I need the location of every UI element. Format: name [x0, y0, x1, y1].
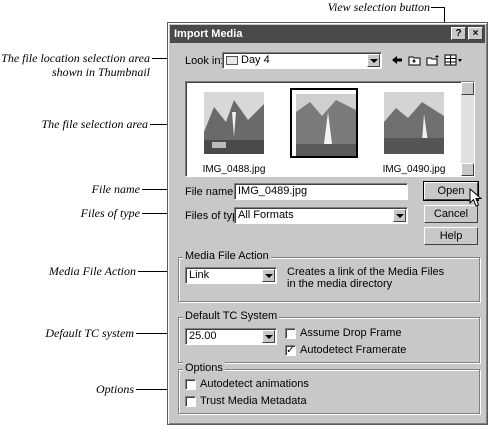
annotation-media-file-action: Media File Action: [48, 264, 136, 278]
title-bar: Import Media ? ×: [170, 25, 485, 43]
media-file-action-title: Media File Action: [183, 250, 271, 262]
assume-drop-frame-checkbox[interactable]: [285, 328, 296, 339]
chevron-down-icon[interactable]: [393, 209, 406, 222]
thumbnail-image: [204, 92, 264, 154]
tc-system-value: 25.00: [189, 330, 217, 342]
import-media-dialog: Import Media ? × Look in: Day 4 IMG_0488…: [167, 22, 488, 425]
files-type-dropdown[interactable]: All Formats: [234, 207, 408, 224]
scroll-up-button[interactable]: [461, 82, 474, 95]
chevron-down-icon[interactable]: [262, 330, 275, 343]
annotation-default-tc: Default TC system: [45, 326, 134, 340]
back-icon[interactable]: [390, 54, 404, 67]
annotation-file-location-line1: The file location selection area: [1, 51, 150, 65]
folder-icon: [226, 56, 238, 65]
annotation-line: [431, 7, 444, 8]
tc-system-group: Default TC System 25.00 Assume Drop Fram…: [178, 310, 480, 363]
thumbnail-caption: IMG_0488.jpg: [202, 164, 266, 175]
annotation-files-of-type: Files of type: [80, 206, 140, 220]
annotation-view-selection: View selection button: [327, 0, 430, 14]
look-in-value: Day 4: [241, 54, 270, 66]
file-name-label: File name:: [185, 186, 237, 198]
up-folder-icon[interactable]: [408, 54, 422, 67]
autodetect-animations-label: Autodetect animations: [200, 378, 309, 390]
media-action-value: Link: [189, 269, 210, 281]
chevron-down-icon[interactable]: [262, 269, 275, 282]
thumbnail-image: [384, 92, 444, 154]
media-file-action-group: Media File Action Link Creates a link of…: [178, 250, 480, 302]
chevron-down-icon[interactable]: [367, 54, 380, 67]
thumbnail-caption: IMG_0490.jpg: [382, 164, 446, 175]
autodetect-framerate-checkbox[interactable]: ✓: [285, 345, 296, 356]
autodetect-animations-checkbox[interactable]: [185, 379, 196, 390]
media-action-description: Creates a link of the Media Files in the…: [287, 266, 444, 290]
scroll-down-button[interactable]: [461, 163, 474, 176]
cursor-icon: [469, 188, 483, 207]
annotation-file-selection: The file selection area: [41, 117, 148, 131]
annotation-file-location-line2: shown in Thumbnail: [51, 65, 150, 79]
assume-drop-frame-label: Assume Drop Frame: [300, 327, 402, 339]
look-in-dropdown[interactable]: Day 4: [222, 52, 382, 69]
thumbnail-item-selected[interactable]: [290, 88, 358, 158]
options-title: Options: [183, 362, 225, 374]
dialog-title: Import Media: [174, 28, 243, 40]
media-action-dropdown[interactable]: Link: [185, 267, 277, 284]
trust-metadata-label: Trust Media Metadata: [200, 395, 307, 407]
thumbnail-image: [296, 94, 356, 156]
view-menu-icon[interactable]: [444, 54, 464, 67]
trust-metadata-checkbox[interactable]: [185, 396, 196, 407]
thumbnail-caption: IMG_0489.jpg: [292, 164, 356, 175]
thumbnail-item[interactable]: [380, 88, 448, 158]
tc-system-dropdown[interactable]: 25.00: [185, 328, 277, 345]
annotation-options: Options: [95, 382, 134, 396]
help-button[interactable]: Help: [424, 227, 478, 245]
media-action-description-line1: Creates a link of the Media Files: [287, 266, 445, 278]
new-folder-icon[interactable]: [426, 54, 440, 67]
annotation-file-location: The file location selection area shown i…: [0, 51, 150, 79]
autodetect-framerate-label: Autodetect Framerate: [300, 344, 407, 356]
look-in-label: Look in:: [185, 55, 224, 67]
tc-system-title: Default TC System: [183, 310, 280, 322]
close-button[interactable]: ×: [468, 27, 483, 40]
file-name-input[interactable]: IMG_0489.jpg: [234, 183, 408, 200]
thumbnail-item[interactable]: [200, 88, 268, 158]
media-action-description-line2: in the media directory: [287, 278, 393, 290]
file-selection-area[interactable]: IMG_0488.jpg IMG_0489.jpg IMG_0490.jpg: [185, 81, 475, 177]
files-type-value: All Formats: [238, 209, 294, 221]
vertical-scrollbar[interactable]: [461, 82, 474, 176]
annotation-file-name: File name: [91, 182, 140, 196]
help-title-button[interactable]: ?: [451, 27, 466, 40]
options-group: Options Autodetect animations Trust Medi…: [178, 362, 480, 414]
